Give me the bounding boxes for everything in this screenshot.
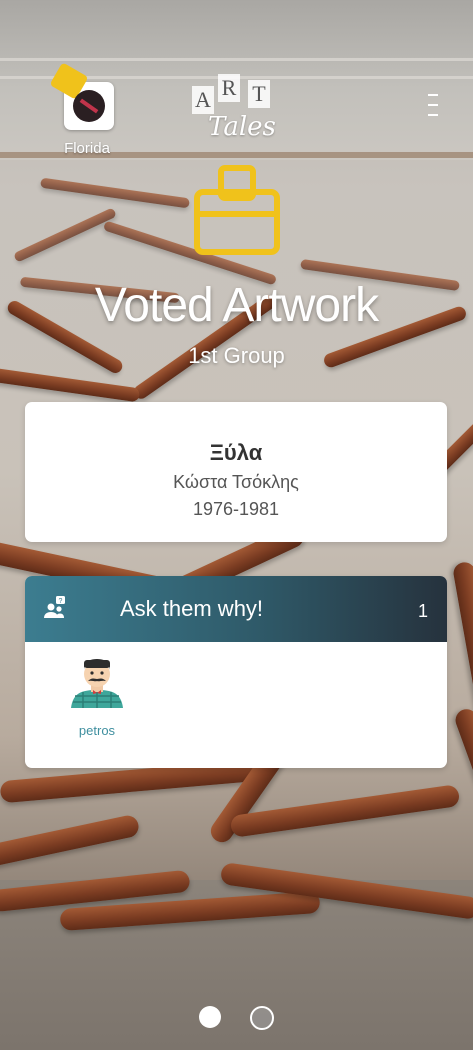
wood-stick — [40, 177, 190, 209]
wood-stick — [229, 784, 461, 838]
brand-tile: R — [218, 74, 240, 102]
voter-user[interactable]: petros — [65, 652, 129, 738]
artwork-name: Ξύλα — [209, 440, 263, 465]
page-title: Voted Artwork — [94, 279, 379, 332]
artwork-artist: Κώστα Τσόκλης — [173, 472, 299, 492]
group-emblem-icon — [73, 90, 105, 122]
group-subtitle: 1st Group — [188, 343, 285, 368]
artwork-card[interactable]: Ξύλα Κώστα Τσόκλης 1976-1981 — [25, 402, 447, 542]
wood-stick — [0, 367, 141, 403]
brand-tile: T — [248, 80, 270, 108]
artwork-years: 1976-1981 — [192, 499, 280, 519]
brand-subtitle: Tales — [208, 112, 276, 142]
page-dot[interactable] — [250, 1006, 274, 1030]
voter-count: 1 — [417, 601, 428, 621]
group-question-icon: ? — [44, 596, 65, 618]
group-label: Florida — [64, 140, 110, 157]
ask-them-why-panel: ? Ask them why! 1 petros — [25, 576, 447, 768]
svg-text:?: ? — [59, 598, 63, 605]
ceiling-line — [0, 58, 473, 61]
ask-them-why-header[interactable]: ? Ask them why! 1 — [25, 576, 447, 642]
group-logo-button[interactable] — [49, 62, 114, 130]
brand-tile: A — [192, 86, 214, 114]
man-with-mustache-avatar — [71, 659, 123, 708]
page-indicator — [0, 1006, 473, 1030]
wood-stick — [13, 207, 117, 263]
vertical-dots-icon[interactable] — [428, 94, 438, 118]
wood-stick — [452, 706, 473, 836]
page-dot-active[interactable] — [199, 1006, 221, 1028]
ask-them-why-title: Ask them why! — [120, 596, 264, 621]
ballot-box-icon — [194, 165, 280, 255]
wood-stick — [0, 813, 141, 869]
app-logo: A R T Tales — [186, 74, 288, 154]
voter-username: petros — [78, 723, 116, 738]
